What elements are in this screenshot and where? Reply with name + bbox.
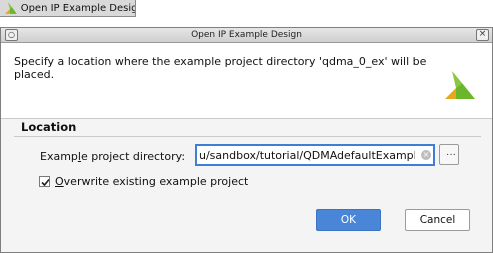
project-directory-input[interactable] <box>195 144 435 166</box>
ok-button[interactable]: OK <box>316 209 381 231</box>
dialog-header: Specify a location where the example pro… <box>1 43 492 119</box>
overwrite-checkbox-row[interactable]: Overwrite existing example project <box>39 175 248 188</box>
directory-label: Example project directory: <box>40 150 186 163</box>
overwrite-checkbox[interactable] <box>39 176 50 187</box>
window-menu-icon[interactable]: ○ <box>5 29 18 41</box>
taskbar-tab-label: Open IP Example Desig <box>20 2 135 14</box>
overwrite-label: Overwrite existing example project <box>55 175 249 188</box>
dialog-title: Open IP Example Design <box>191 30 302 40</box>
taskbar-tab[interactable]: Open IP Example Desig <box>0 0 136 17</box>
close-icon[interactable]: × <box>476 29 489 41</box>
open-ip-example-dialog: ○ Open IP Example Design × Specify a loc… <box>0 27 493 253</box>
clear-input-icon[interactable]: × <box>421 150 431 160</box>
vivado-logo-icon <box>445 71 475 99</box>
vivado-logo-icon <box>4 2 17 14</box>
location-section-title: Location <box>21 120 77 134</box>
dialog-titlebar[interactable]: ○ Open IP Example Design × <box>1 28 492 43</box>
checkmark-icon <box>41 178 50 187</box>
browse-button[interactable]: ··· <box>439 144 459 165</box>
dialog-message: Specify a location where the example pro… <box>14 55 427 81</box>
cancel-button[interactable]: Cancel <box>405 209 470 231</box>
section-divider <box>14 136 481 137</box>
